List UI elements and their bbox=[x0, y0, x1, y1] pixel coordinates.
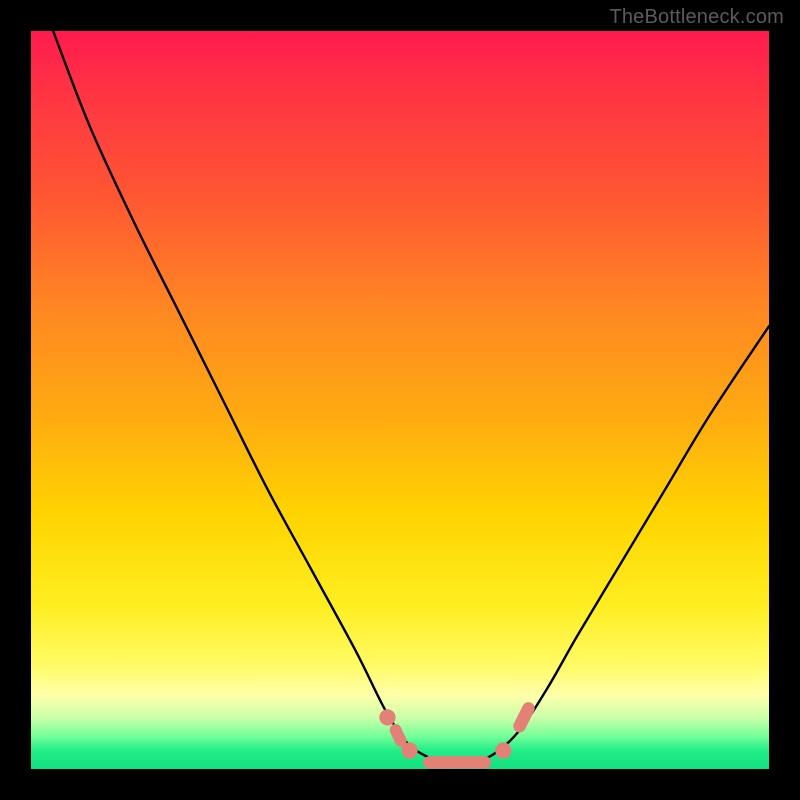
bottleneck-curve-svg bbox=[31, 31, 769, 769]
curve-marker-capsule bbox=[396, 730, 401, 741]
chart-frame: TheBottleneck.com bbox=[0, 0, 800, 800]
curve-marker-dot bbox=[379, 709, 395, 725]
curve-marker-dot bbox=[401, 742, 417, 758]
bottleneck-curve bbox=[53, 31, 769, 764]
plot-area bbox=[31, 31, 769, 769]
curve-marker-dot bbox=[495, 742, 511, 758]
curve-markers bbox=[379, 708, 528, 762]
curve-marker-capsule bbox=[520, 708, 529, 726]
watermark-text: TheBottleneck.com bbox=[609, 6, 784, 29]
